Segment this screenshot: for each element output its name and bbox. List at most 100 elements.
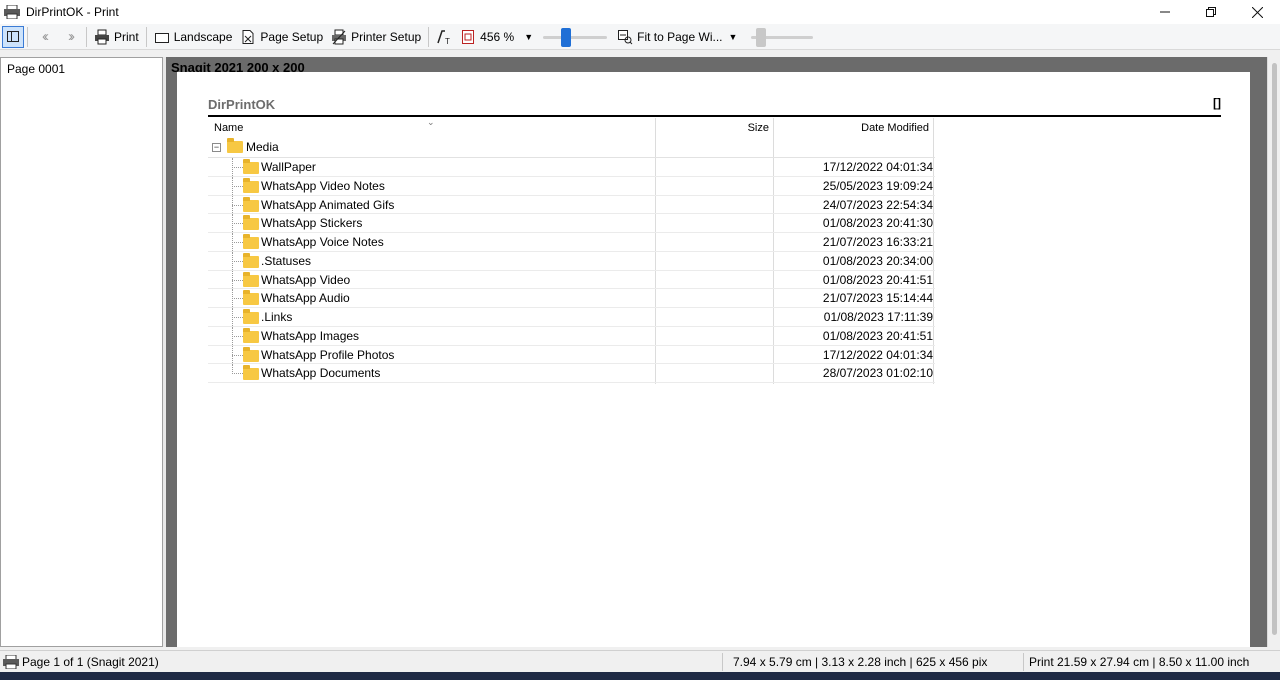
zoom-value: 456 % xyxy=(480,29,515,44)
folder-icon xyxy=(243,252,259,268)
folder-name: WallPaper xyxy=(261,160,316,174)
folder-icon xyxy=(243,346,259,362)
zoom-slider-thumb[interactable] xyxy=(561,27,572,47)
date-modified: 21/07/2023 15:14:44 xyxy=(822,291,933,306)
folder-name: WhatsApp Stickers xyxy=(261,216,363,231)
report-title: DirPrintOK xyxy=(208,97,276,112)
folder-name: WhatsApp Audio xyxy=(261,291,350,306)
printer-settings-icon xyxy=(331,29,347,45)
table-header: Name Size Date Modified − Media xyxy=(208,118,935,158)
folder-name: .Links xyxy=(261,310,293,324)
landscape-label: Landscape xyxy=(173,29,233,44)
folder-name: WhatsApp Documents xyxy=(261,366,381,381)
tree-line xyxy=(232,373,243,375)
tree-line xyxy=(232,242,243,243)
zoom-slider-track xyxy=(543,35,608,39)
root-folder-name: Media xyxy=(246,140,279,154)
printer-icon xyxy=(94,29,110,45)
table-row: WhatsApp Voice Notes 21/07/2023 16:33:21 xyxy=(208,233,935,252)
table-row: .Links 01/08/2023 17:11:39 xyxy=(208,308,935,327)
status-page-info: Page 1 of 1 (Snagit 2021) xyxy=(22,654,159,669)
page-setup-button[interactable]: Page Setup xyxy=(236,26,327,48)
next-page-icon[interactable]: ›› xyxy=(57,28,83,45)
window-title: DirPrintOK - Print xyxy=(26,5,119,19)
table-row: WhatsApp Images 01/08/2023 20:41:51 xyxy=(208,326,935,346)
tree-line xyxy=(232,260,243,262)
page-list-item[interactable]: Page 0001 xyxy=(1,58,162,80)
toolbar-separator xyxy=(27,26,28,47)
date-modified: 24/07/2023 22:54:34 xyxy=(822,197,933,212)
page-list-panel: Page 0001 xyxy=(0,57,163,647)
folder-name: WhatsApp Animated Gifs xyxy=(261,197,395,212)
toolbar: ‹‹ ›› Print Landscape Page Setup Printer… xyxy=(0,24,1280,50)
tree-line xyxy=(232,204,243,206)
close-icon[interactable] xyxy=(1234,0,1280,24)
status-print-size: Print 21.59 x 27.94 cm | 8.50 x 11.00 in… xyxy=(1029,654,1250,669)
print-button[interactable]: Print xyxy=(90,26,143,48)
folder-icon xyxy=(243,234,259,249)
date-modified: 28/07/2023 01:02:10 xyxy=(822,366,933,381)
tree-line xyxy=(232,279,243,281)
sidebar-panel-icon xyxy=(7,31,19,42)
table-row: WhatsApp Audio 21/07/2023 15:14:44 xyxy=(208,289,935,308)
landscape-page-icon xyxy=(154,29,170,45)
status-dimensions: 7.94 x 5.79 cm | 3.13 x 2.28 inch | 625 … xyxy=(733,654,988,669)
date-modified: 21/07/2023 16:33:21 xyxy=(822,235,933,249)
printer-setup-label: Printer Setup xyxy=(351,29,422,44)
tree-line xyxy=(232,185,243,187)
folder-icon xyxy=(243,215,259,231)
column-header-name: Name xyxy=(214,122,244,134)
table-row: WhatsApp Documents 28/07/2023 01:02:10 xyxy=(208,364,935,383)
folder-name: WhatsApp Video xyxy=(261,272,351,287)
folder-icon xyxy=(243,309,259,324)
taskbar-edge xyxy=(0,672,1280,680)
minimize-icon[interactable] xyxy=(1142,0,1188,24)
tree-line xyxy=(232,354,243,356)
folder-icon xyxy=(227,138,243,153)
report-header-rule xyxy=(208,115,1221,117)
printer-app-icon xyxy=(4,4,20,20)
column-header-date: Date Modified xyxy=(861,122,929,134)
toolbar-separator xyxy=(428,26,430,47)
fit-mode-select[interactable]: Fit to Page Wi... ▼ xyxy=(613,26,741,48)
zoom-select[interactable]: 456 % ▼ xyxy=(456,26,537,48)
font-size-icon: T xyxy=(436,29,452,46)
page-setup-label: Page Setup xyxy=(260,29,324,44)
folder-icon xyxy=(243,177,259,193)
date-modified: 01/08/2023 20:34:00 xyxy=(822,253,933,268)
zoom-slider[interactable] xyxy=(543,26,608,48)
folder-name: WhatsApp Voice Notes xyxy=(261,235,384,249)
chevron-down-icon[interactable]: ▼ xyxy=(728,32,737,42)
page-setup-icon xyxy=(240,29,256,45)
print-label: Print xyxy=(114,29,139,44)
table-row: WhatsApp Animated Gifs 24/07/2023 22:54:3… xyxy=(208,195,935,215)
scrollbar-thumb[interactable] xyxy=(1272,63,1277,635)
chevron-down-icon[interactable]: ▼ xyxy=(524,32,533,42)
secondary-slider[interactable] xyxy=(751,26,814,48)
folder-name: WhatsApp Video Notes xyxy=(261,178,385,193)
table-row: WhatsApp Video Notes 25/05/2023 19:09:24 xyxy=(208,176,935,196)
date-modified: 17/12/2022 04:01:34 xyxy=(822,160,933,174)
print-preview-area: Snagit 2021 200 x 200 DirPrintOK [] ⌄ Na… xyxy=(166,57,1267,647)
date-modified: 01/08/2023 17:11:39 xyxy=(823,310,933,324)
printer-setup-button[interactable]: Printer Setup xyxy=(327,26,425,48)
svg-text:T: T xyxy=(445,37,450,45)
tree-line xyxy=(232,335,243,337)
date-modified: 01/08/2023 20:41:51 xyxy=(822,272,933,287)
vertical-scrollbar[interactable] xyxy=(1267,57,1280,647)
restore-icon[interactable] xyxy=(1188,0,1234,24)
folder-icon xyxy=(243,327,259,343)
fit-mode-label: Fit to Page Wi... xyxy=(637,29,723,44)
table-row: WhatsApp Video 01/08/2023 20:41:51 xyxy=(208,270,935,290)
landscape-button[interactable]: Landscape xyxy=(150,26,237,48)
font-button[interactable]: T xyxy=(432,26,456,48)
previous-page-icon[interactable]: ‹‹ xyxy=(31,28,57,45)
secondary-slider-thumb[interactable] xyxy=(756,27,767,47)
status-bar: Page 1 of 1 (Snagit 2021) 7.94 x 5.79 cm… xyxy=(0,650,1280,672)
date-modified: 25/05/2023 19:09:24 xyxy=(822,178,933,193)
folder-icon xyxy=(243,196,259,212)
date-modified: 17/12/2022 04:01:34 xyxy=(822,347,933,362)
toggle-sidebar-button[interactable] xyxy=(2,25,24,48)
tree-line xyxy=(232,223,243,225)
title-bar: DirPrintOK - Print xyxy=(0,0,1280,24)
